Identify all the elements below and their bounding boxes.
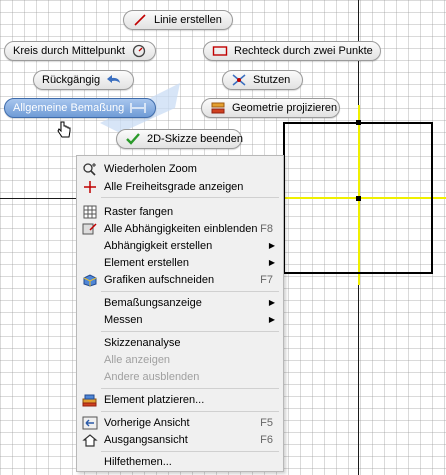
menu-item-place-feature[interactable]: Element platzieren... <box>77 391 283 408</box>
sketch-point-center[interactable] <box>356 196 361 201</box>
menu-label: Andere ausblenden <box>104 370 200 383</box>
menu-item-measure[interactable]: Messen ▶ <box>77 311 283 328</box>
sketch-point-top[interactable] <box>356 120 361 125</box>
menu-item-show-all-constraints[interactable]: Alle Abhängigkeiten einblenden F8 <box>77 220 283 237</box>
circle-icon <box>131 44 147 58</box>
submenu-arrow-icon: ▶ <box>268 315 275 324</box>
menu-label: Wiederholen Zoom <box>104 162 197 175</box>
checkmark-icon <box>125 132 141 146</box>
menu-item-home-view[interactable]: Ausgangsansicht F6 <box>77 431 283 448</box>
trim-icon <box>231 73 247 87</box>
menu-label: Ausgangsansicht <box>104 433 188 446</box>
home-icon <box>80 432 100 448</box>
undo-button[interactable]: Rückgängig <box>33 70 134 90</box>
menu-separator <box>101 291 279 292</box>
rectangle-icon <box>212 44 228 58</box>
zoom-icon <box>80 161 100 177</box>
menu-item-sketch-analysis[interactable]: Skizzenanalyse <box>77 334 283 351</box>
circle-center-label: Kreis durch Mittelpunkt <box>13 45 125 57</box>
finish-sketch-button[interactable]: 2D-Skizze beenden <box>116 129 244 149</box>
trim-button[interactable]: Stutzen <box>222 70 303 90</box>
rectangle-two-points-button[interactable]: Rechteck durch zwei Punkte <box>203 41 381 61</box>
context-menu: Wiederholen Zoom Alle Freiheitsgrade anz… <box>76 155 284 472</box>
line-icon <box>132 13 148 27</box>
project-geometry-label: Geometrie projizieren <box>232 102 338 114</box>
general-dimension-button[interactable]: Allgemeine Bemaßung <box>4 98 156 118</box>
menu-label: Element platzieren... <box>104 393 205 406</box>
menu-item-snap-to-grid[interactable]: Raster fangen <box>77 203 283 220</box>
previous-view-icon <box>80 415 100 431</box>
menu-shortcut: F8 <box>260 222 273 235</box>
menu-label: Alle anzeigen <box>104 353 171 366</box>
finish-sketch-label: 2D-Skizze beenden <box>147 133 244 145</box>
undo-label: Rückgängig <box>42 74 101 86</box>
menu-separator <box>101 388 279 389</box>
project-geometry-button[interactable]: Geometrie projizieren <box>201 98 340 118</box>
menu-shortcut: F5 <box>260 416 273 429</box>
submenu-arrow-icon: ▶ <box>268 298 275 307</box>
menu-separator <box>101 197 279 198</box>
menu-separator <box>101 451 279 452</box>
menu-item-hide-others: Andere ausblenden <box>77 368 283 385</box>
menu-label: Abhängigkeit erstellen <box>104 239 213 252</box>
undo-arrow-icon <box>106 73 122 87</box>
menu-label: Grafiken aufschneiden <box>104 273 215 286</box>
grid-snap-icon <box>80 204 100 220</box>
menu-label: Skizzenanalyse <box>104 336 181 349</box>
menu-label: Element erstellen <box>104 256 189 269</box>
constraints-icon <box>80 221 100 237</box>
menu-item-create-feature[interactable]: Element erstellen ▶ <box>77 254 283 271</box>
menu-label: Bemaßungsanzeige <box>104 296 202 309</box>
menu-label: Raster fangen <box>104 205 174 218</box>
menu-label: Alle Abhängigkeiten einblenden <box>104 222 258 235</box>
rectangle-two-points-label: Rechteck durch zwei Punkte <box>234 45 373 57</box>
circle-center-button[interactable]: Kreis durch Mittelpunkt <box>4 41 156 61</box>
menu-shortcut: F6 <box>260 433 273 446</box>
menu-item-show-all-dof[interactable]: Alle Freiheitsgrade anzeigen <box>77 178 283 195</box>
menu-label: Vorherige Ansicht <box>104 416 190 429</box>
submenu-arrow-icon: ▶ <box>268 258 275 267</box>
degrees-of-freedom-icon <box>80 179 100 195</box>
dimension-icon <box>130 101 146 115</box>
line-create-label: Linie erstellen <box>154 14 222 26</box>
line-create-button[interactable]: Linie erstellen <box>123 10 233 30</box>
menu-separator <box>101 331 279 332</box>
menu-label: Messen <box>104 313 143 326</box>
menu-item-slice-graphics[interactable]: Grafiken aufschneiden F7 <box>77 271 283 288</box>
trim-label: Stutzen <box>253 74 291 86</box>
menu-item-repeat-zoom[interactable]: Wiederholen Zoom <box>77 160 283 177</box>
menu-item-show-all: Alle anzeigen <box>77 351 283 368</box>
hand-cursor-icon <box>57 121 71 138</box>
project-geometry-icon <box>210 101 226 115</box>
menu-item-previous-view[interactable]: Vorherige Ansicht F5 <box>77 414 283 431</box>
menu-item-create-constraint[interactable]: Abhängigkeit erstellen ▶ <box>77 237 283 254</box>
menu-shortcut: F7 <box>260 273 273 286</box>
slice-graphics-icon <box>80 272 100 288</box>
menu-label: Alle Freiheitsgrade anzeigen <box>104 180 244 193</box>
menu-item-help-topics[interactable]: Hilfethemen... <box>77 453 283 470</box>
menu-label: Hilfethemen... <box>104 455 172 468</box>
submenu-arrow-icon: ▶ <box>268 241 275 250</box>
menu-item-dimension-display[interactable]: Bemaßungsanzeige ▶ <box>77 294 283 311</box>
menu-separator <box>101 411 279 412</box>
general-dimension-label: Allgemeine Bemaßung <box>13 102 125 114</box>
place-feature-icon <box>80 392 100 408</box>
